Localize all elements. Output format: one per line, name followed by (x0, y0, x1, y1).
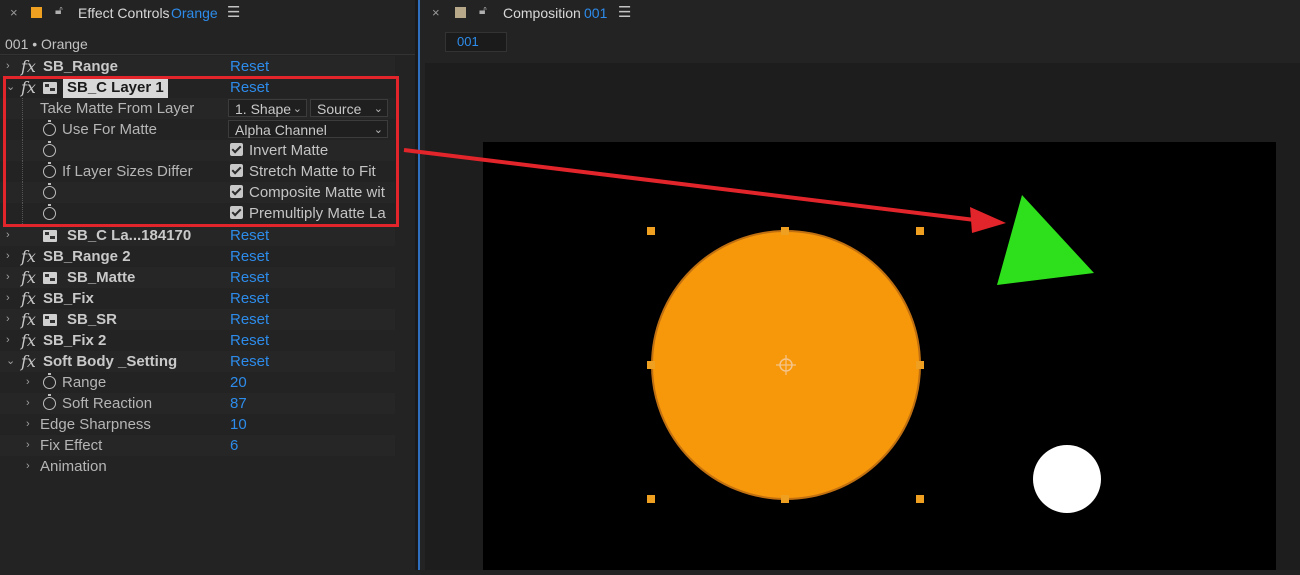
composition-name: 001 (584, 5, 608, 21)
handle[interactable] (647, 227, 655, 235)
reset-button[interactable]: Reset (230, 267, 269, 288)
prop-label: Range (62, 374, 107, 391)
reset-button[interactable]: Reset (230, 56, 269, 77)
reset-button[interactable]: Reset (230, 330, 269, 351)
setting-row-range: › Range 20 (0, 372, 395, 393)
panel-layer-name: Orange (171, 5, 218, 21)
annotation-highlight-box (3, 76, 399, 227)
chevron-right-icon[interactable]: › (26, 414, 30, 435)
green-triangle-layer[interactable] (997, 195, 1094, 285)
handle[interactable] (781, 227, 789, 235)
range-value[interactable]: 20 (230, 372, 247, 393)
chevron-right-icon[interactable]: › (6, 267, 10, 288)
lock-icon[interactable]: 🔓︎ (479, 3, 487, 18)
effect-name[interactable]: SB_Fix 2 (43, 330, 106, 351)
panel-color-swatch-icon (455, 7, 466, 18)
fx-icon[interactable]: fx (21, 56, 36, 77)
lock-icon[interactable]: 🔓︎ (55, 3, 63, 18)
chevron-right-icon[interactable]: › (26, 435, 30, 456)
effect-row-sb-sr[interactable]: › fx SB_SR Reset (0, 309, 395, 330)
chevron-right-icon[interactable]: › (26, 393, 30, 414)
chevron-right-icon[interactable]: › (26, 456, 30, 477)
setting-row-soft-reaction: › Soft Reaction 87 (0, 393, 395, 414)
handle[interactable] (916, 361, 924, 369)
chevron-right-icon[interactable]: › (6, 56, 10, 77)
effect-name[interactable]: Soft Body _Setting (43, 351, 177, 372)
divider (0, 54, 415, 55)
effect-row-sb-fix[interactable]: › fx SB_Fix Reset (0, 288, 395, 309)
panel-menu-icon[interactable]: ☰ (618, 3, 631, 21)
fx-icon[interactable]: fx (21, 309, 36, 330)
chevron-right-icon[interactable]: › (6, 330, 10, 351)
handle[interactable] (916, 227, 924, 235)
reset-button[interactable]: Reset (230, 288, 269, 309)
chevron-right-icon[interactable]: › (6, 246, 10, 267)
chevron-right-icon[interactable]: › (6, 309, 10, 330)
setting-row-edge-sharpness: › Edge Sharpness 10 (0, 414, 395, 435)
handle[interactable] (916, 495, 924, 503)
handle[interactable] (647, 361, 655, 369)
effect-controls-tabbar: × 🔓︎ Effect Controls Orange ☰ (0, 0, 415, 26)
composition-canvas[interactable] (483, 142, 1276, 570)
composition-tab[interactable]: 001 (445, 32, 507, 52)
fx-icon[interactable]: fx (21, 288, 36, 309)
panel-color-swatch-icon (31, 7, 42, 18)
fx-icon[interactable]: fx (21, 330, 36, 351)
effect-name[interactable]: SB_Fix (43, 288, 94, 309)
prop-label: Fix Effect (40, 437, 103, 454)
close-panel-icon[interactable]: × (432, 5, 440, 20)
prop-label[interactable]: Animation (40, 456, 107, 477)
stopwatch-icon[interactable] (43, 373, 56, 389)
fx-icon[interactable]: fx (21, 246, 36, 267)
effect-row-sb-range-2[interactable]: › fx SB_Range 2 Reset (0, 246, 395, 267)
stopwatch-icon[interactable] (43, 394, 56, 410)
close-panel-icon[interactable]: × (10, 5, 18, 20)
effect-name[interactable]: SB_Range 2 (43, 246, 131, 267)
chevron-right-icon[interactable]: › (6, 225, 10, 246)
reset-button[interactable]: Reset (230, 309, 269, 330)
effect-name[interactable]: SB_C La...184170 (67, 225, 191, 246)
chevron-right-icon[interactable]: › (26, 372, 30, 393)
chevron-down-icon[interactable]: ⌄ (6, 351, 15, 372)
reset-button[interactable]: Reset (230, 225, 269, 246)
prop-label: Edge Sharpness (40, 416, 151, 433)
effect-name[interactable]: SB_SR (67, 309, 117, 330)
panel-title[interactable]: Effect Controls (78, 5, 170, 21)
edge-sharpness-value[interactable]: 10 (230, 414, 247, 435)
fix-effect-value[interactable]: 6 (230, 435, 238, 456)
handle[interactable] (781, 495, 789, 503)
setting-row-fix-effect: › Fix Effect 6 (0, 435, 395, 456)
soft-reaction-value[interactable]: 87 (230, 393, 247, 414)
layer-icon (43, 314, 57, 326)
effect-row-sb-range[interactable]: › fx SB_Range Reset (0, 56, 395, 77)
canvas-shapes (647, 195, 1101, 513)
panel-menu-icon[interactable]: ☰ (227, 3, 240, 21)
layer-icon (43, 272, 57, 284)
reset-button[interactable]: Reset (230, 246, 269, 267)
prop-label: Soft Reaction (62, 395, 153, 412)
effect-row-soft-body-setting[interactable]: ⌄ fx Soft Body _Setting Reset (0, 351, 395, 372)
breadcrumb: 001 • Orange (5, 36, 88, 52)
effect-name[interactable]: SB_Matte (67, 267, 135, 288)
effect-row-sb-c-layer-184170[interactable]: › SB_C La...184170 Reset (0, 225, 395, 246)
handle[interactable] (647, 495, 655, 503)
effect-row-sb-matte[interactable]: › fx SB_Matte Reset (0, 267, 395, 288)
reset-button[interactable]: Reset (230, 351, 269, 372)
white-circle-layer[interactable] (1033, 445, 1101, 513)
setting-row-animation: › Animation (0, 456, 395, 477)
layer-icon (43, 230, 57, 242)
effect-name[interactable]: SB_Range (43, 56, 118, 77)
chevron-right-icon[interactable]: › (6, 288, 10, 309)
effect-controls-panel: × 🔓︎ Effect Controls Orange ☰ 001 • Oran… (0, 0, 415, 570)
fx-icon[interactable]: fx (21, 351, 36, 372)
effect-row-sb-fix-2[interactable]: › fx SB_Fix 2 Reset (0, 330, 395, 351)
panel-title[interactable]: Composition (503, 5, 581, 21)
fx-icon[interactable]: fx (21, 267, 36, 288)
